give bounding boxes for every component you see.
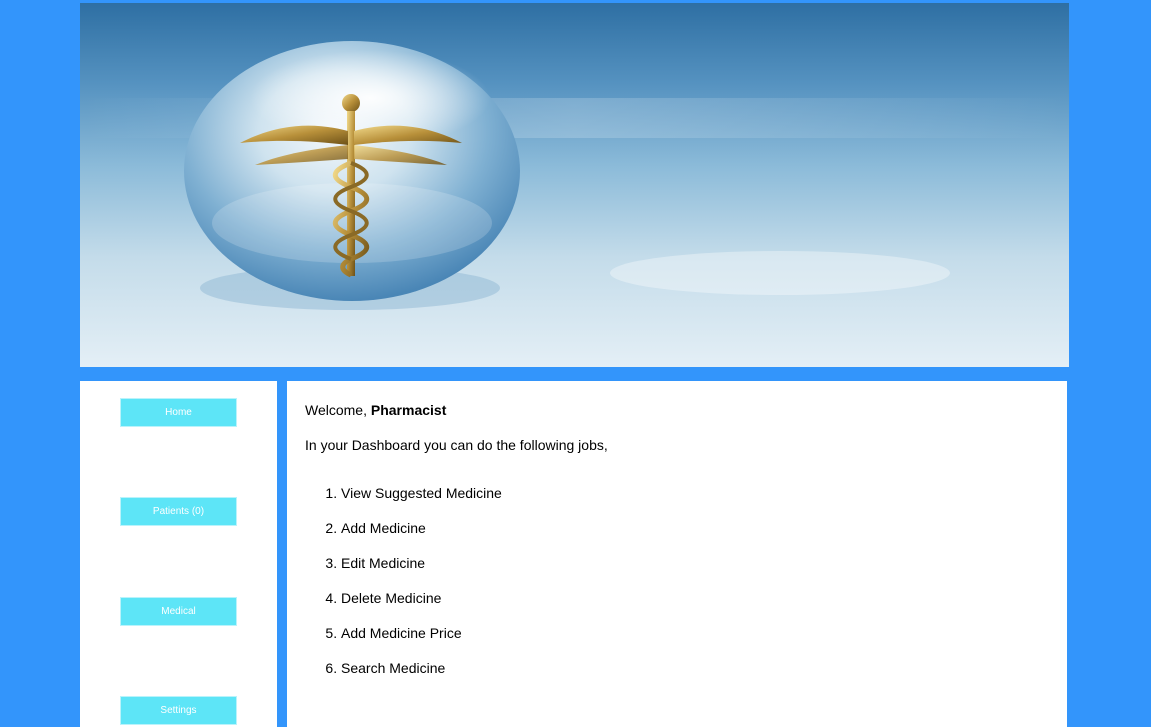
list-item: Search Medicine (341, 660, 502, 695)
nav-patients-button[interactable]: Patients (0) (120, 497, 237, 526)
sidebar-nav: Home Patients (0) Medical Settings (80, 381, 277, 727)
jobs-list: View Suggested Medicine Add Medicine Edi… (305, 485, 502, 695)
nav-settings-button[interactable]: Settings (120, 696, 237, 725)
user-role: Pharmacist (370, 402, 447, 418)
list-item: Add Medicine (341, 520, 502, 555)
header-banner-image (80, 3, 1069, 367)
dashboard-intro: In your Dashboard you can do the followi… (305, 437, 608, 453)
nav-medical-button[interactable]: Medical (120, 597, 237, 626)
list-item: Add Medicine Price (341, 625, 502, 660)
welcome-prefix: Welcome, (305, 402, 371, 418)
caduceus-sphere-icon (80, 41, 1069, 310)
list-item: Delete Medicine (341, 590, 502, 625)
dashboard-content: Welcome, Pharmacist In your Dashboard yo… (287, 381, 1067, 727)
welcome-message: Welcome, Pharmacist (305, 402, 446, 418)
nav-home-button[interactable]: Home (120, 398, 237, 427)
list-item: Edit Medicine (341, 555, 502, 590)
list-item: View Suggested Medicine (341, 485, 502, 520)
page: Home Patients (0) Medical Settings Welco… (0, 0, 1151, 727)
